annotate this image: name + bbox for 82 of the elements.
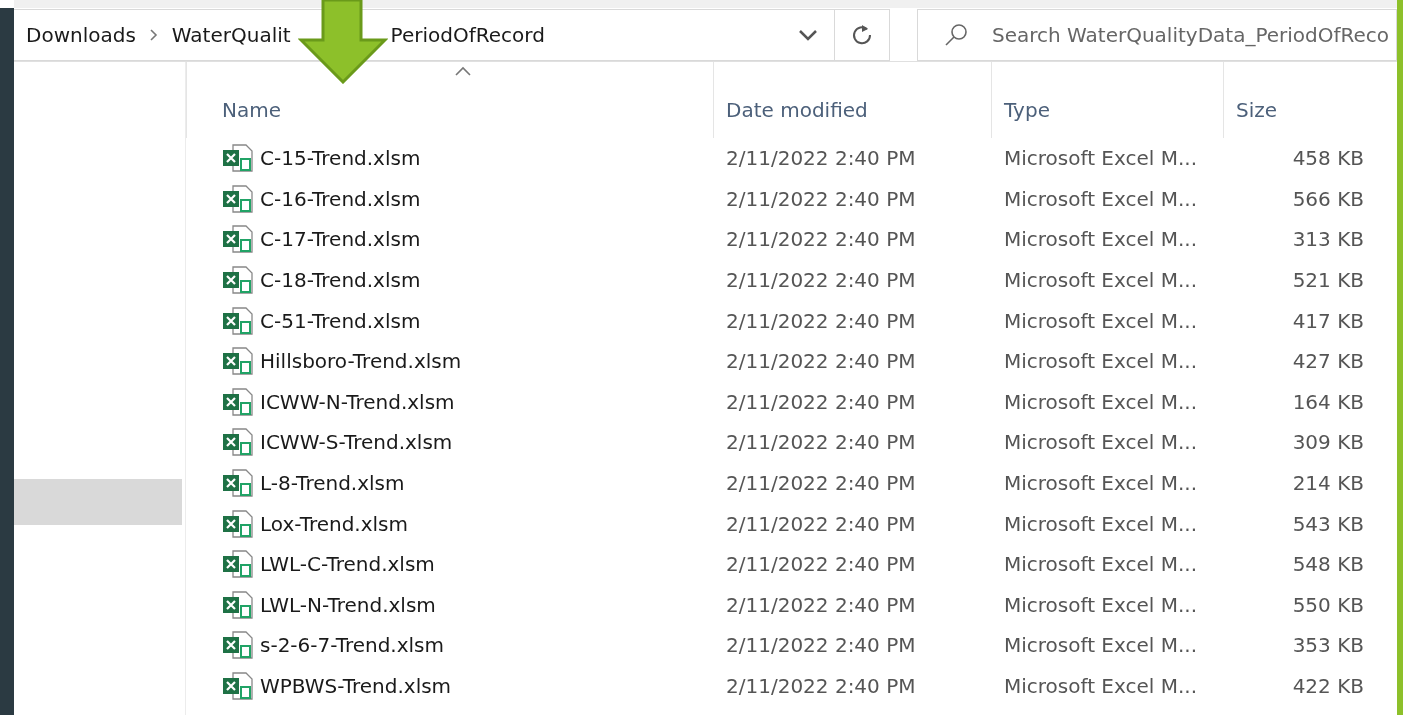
- type-cell: Microsoft Excel M...: [1004, 633, 1198, 658]
- date-modified-cell: 2/11/2022 2:40 PM: [726, 430, 916, 455]
- date-modified-cell: 2/11/2022 2:40 PM: [726, 308, 916, 333]
- type-cell: Microsoft Excel M...: [1004, 227, 1198, 252]
- column-header[interactable]: Size: [1236, 95, 1278, 125]
- size-cell: 417 KB: [1292, 308, 1364, 333]
- size-cell: 422 KB: [1292, 674, 1364, 698]
- date-modified-cell: 2/11/2022 2:40 PM: [726, 674, 916, 698]
- date-modified-cell: 2/11/2022 2:40 PM: [726, 349, 916, 374]
- excel-file-icon: [222, 427, 254, 458]
- breadcrumb[interactable]: PeriodOfRecord: [390, 19, 545, 50]
- file-name[interactable]: LWL-N-Trend.xlsm: [260, 589, 436, 620]
- excel-file-icon: [222, 549, 254, 580]
- type-cell: Microsoft Excel M...: [1004, 471, 1198, 496]
- size-cell: 521 KB: [1292, 268, 1364, 293]
- type-cell: Microsoft Excel M...: [1004, 511, 1198, 536]
- date-modified-cell: 2/11/2022 2:40 PM: [726, 146, 916, 171]
- type-cell: Microsoft Excel M...: [1004, 186, 1198, 211]
- column-header[interactable]: Name: [222, 95, 281, 125]
- type-cell: Microsoft Excel M...: [1004, 674, 1198, 698]
- search-field[interactable]: Search WaterQualityData_PeriodOfReco: [917, 8, 1397, 61]
- date-modified-cell: 2/11/2022 2:40 PM: [726, 471, 916, 496]
- size-cell: 566 KB: [1292, 186, 1364, 211]
- excel-file-icon: [222, 265, 254, 296]
- file-name[interactable]: ICWW-S-Trend.xlsm: [260, 427, 453, 458]
- size-cell: 550 KB: [1292, 592, 1364, 617]
- file-name[interactable]: s-2-6-7-Trend.xlsm: [260, 630, 444, 661]
- size-cell: 458 KB: [1292, 146, 1364, 171]
- type-cell: Microsoft Excel M...: [1004, 389, 1198, 414]
- nav-item[interactable]: [14, 479, 182, 525]
- size-cell: 353 KB: [1292, 633, 1364, 658]
- date-modified-cell: 2/11/2022 2:40 PM: [726, 227, 916, 252]
- excel-file-icon: [222, 305, 254, 336]
- size-cell: 548 KB: [1292, 552, 1364, 577]
- file-name[interactable]: C-51-Trend.xlsm: [260, 305, 421, 336]
- excel-file-icon: [222, 630, 254, 661]
- date-modified-cell: 2/11/2022 2:40 PM: [726, 552, 916, 577]
- excel-file-icon: [222, 346, 254, 377]
- breadcrumb[interactable]: Downloads: [26, 19, 136, 50]
- file-name[interactable]: Lox-Trend.xlsm: [260, 508, 409, 539]
- type-cell: Microsoft Excel M...: [1004, 430, 1198, 455]
- down-arrow-icon: [298, 0, 388, 84]
- excel-file-icon: [222, 508, 254, 539]
- file-name[interactable]: ICWW-N-Trend.xlsm: [260, 386, 455, 417]
- column-header[interactable]: Date modified: [726, 95, 868, 125]
- excel-file-icon: [222, 183, 254, 214]
- type-cell: Microsoft Excel M...: [1004, 552, 1198, 577]
- type-cell: Microsoft Excel M...: [1004, 308, 1198, 333]
- chevron-right-icon: [149, 28, 158, 41]
- excel-file-icon: [222, 589, 254, 620]
- size-cell: 164 KB: [1292, 389, 1364, 414]
- excel-file-icon: [222, 386, 254, 417]
- file-name[interactable]: C-15-Trend.xlsm: [260, 143, 421, 174]
- excel-file-icon: [222, 468, 254, 499]
- file-name[interactable]: Hillsboro-Trend.xlsm: [260, 346, 462, 377]
- file-name[interactable]: C-16-Trend.xlsm: [260, 183, 421, 214]
- date-modified-cell: 2/11/2022 2:40 PM: [726, 186, 916, 211]
- column-header[interactable]: Type: [1004, 95, 1050, 125]
- file-name[interactable]: C-17-Trend.xlsm: [260, 224, 421, 255]
- search-icon: [944, 22, 968, 47]
- size-cell: 427 KB: [1292, 349, 1364, 374]
- type-cell: Microsoft Excel M...: [1004, 146, 1198, 171]
- size-cell: 309 KB: [1292, 430, 1364, 455]
- type-cell: Microsoft Excel M...: [1004, 268, 1198, 293]
- excel-file-icon: [222, 143, 254, 174]
- file-name[interactable]: L-8-Trend.xlsm: [260, 468, 405, 499]
- date-modified-cell: 2/11/2022 2:40 PM: [726, 389, 916, 414]
- breadcrumb[interactable]: WaterQualit: [171, 19, 291, 50]
- excel-file-icon: [222, 671, 254, 701]
- file-name[interactable]: C-18-Trend.xlsm: [260, 265, 421, 296]
- size-cell: 543 KB: [1292, 511, 1364, 536]
- date-modified-cell: 2/11/2022 2:40 PM: [726, 592, 916, 617]
- file-name[interactable]: LWL-C-Trend.xlsm: [260, 549, 435, 580]
- type-cell: Microsoft Excel M...: [1004, 349, 1198, 374]
- excel-file-icon: [222, 224, 254, 255]
- date-modified-cell: 2/11/2022 2:40 PM: [726, 633, 916, 658]
- date-modified-cell: 2/11/2022 2:40 PM: [726, 511, 916, 536]
- size-cell: 214 KB: [1292, 471, 1364, 496]
- size-cell: 313 KB: [1292, 227, 1364, 252]
- type-cell: Microsoft Excel M...: [1004, 592, 1198, 617]
- file-name[interactable]: WPBWS-Trend.xlsm: [260, 671, 452, 701]
- date-modified-cell: 2/11/2022 2:40 PM: [726, 268, 916, 293]
